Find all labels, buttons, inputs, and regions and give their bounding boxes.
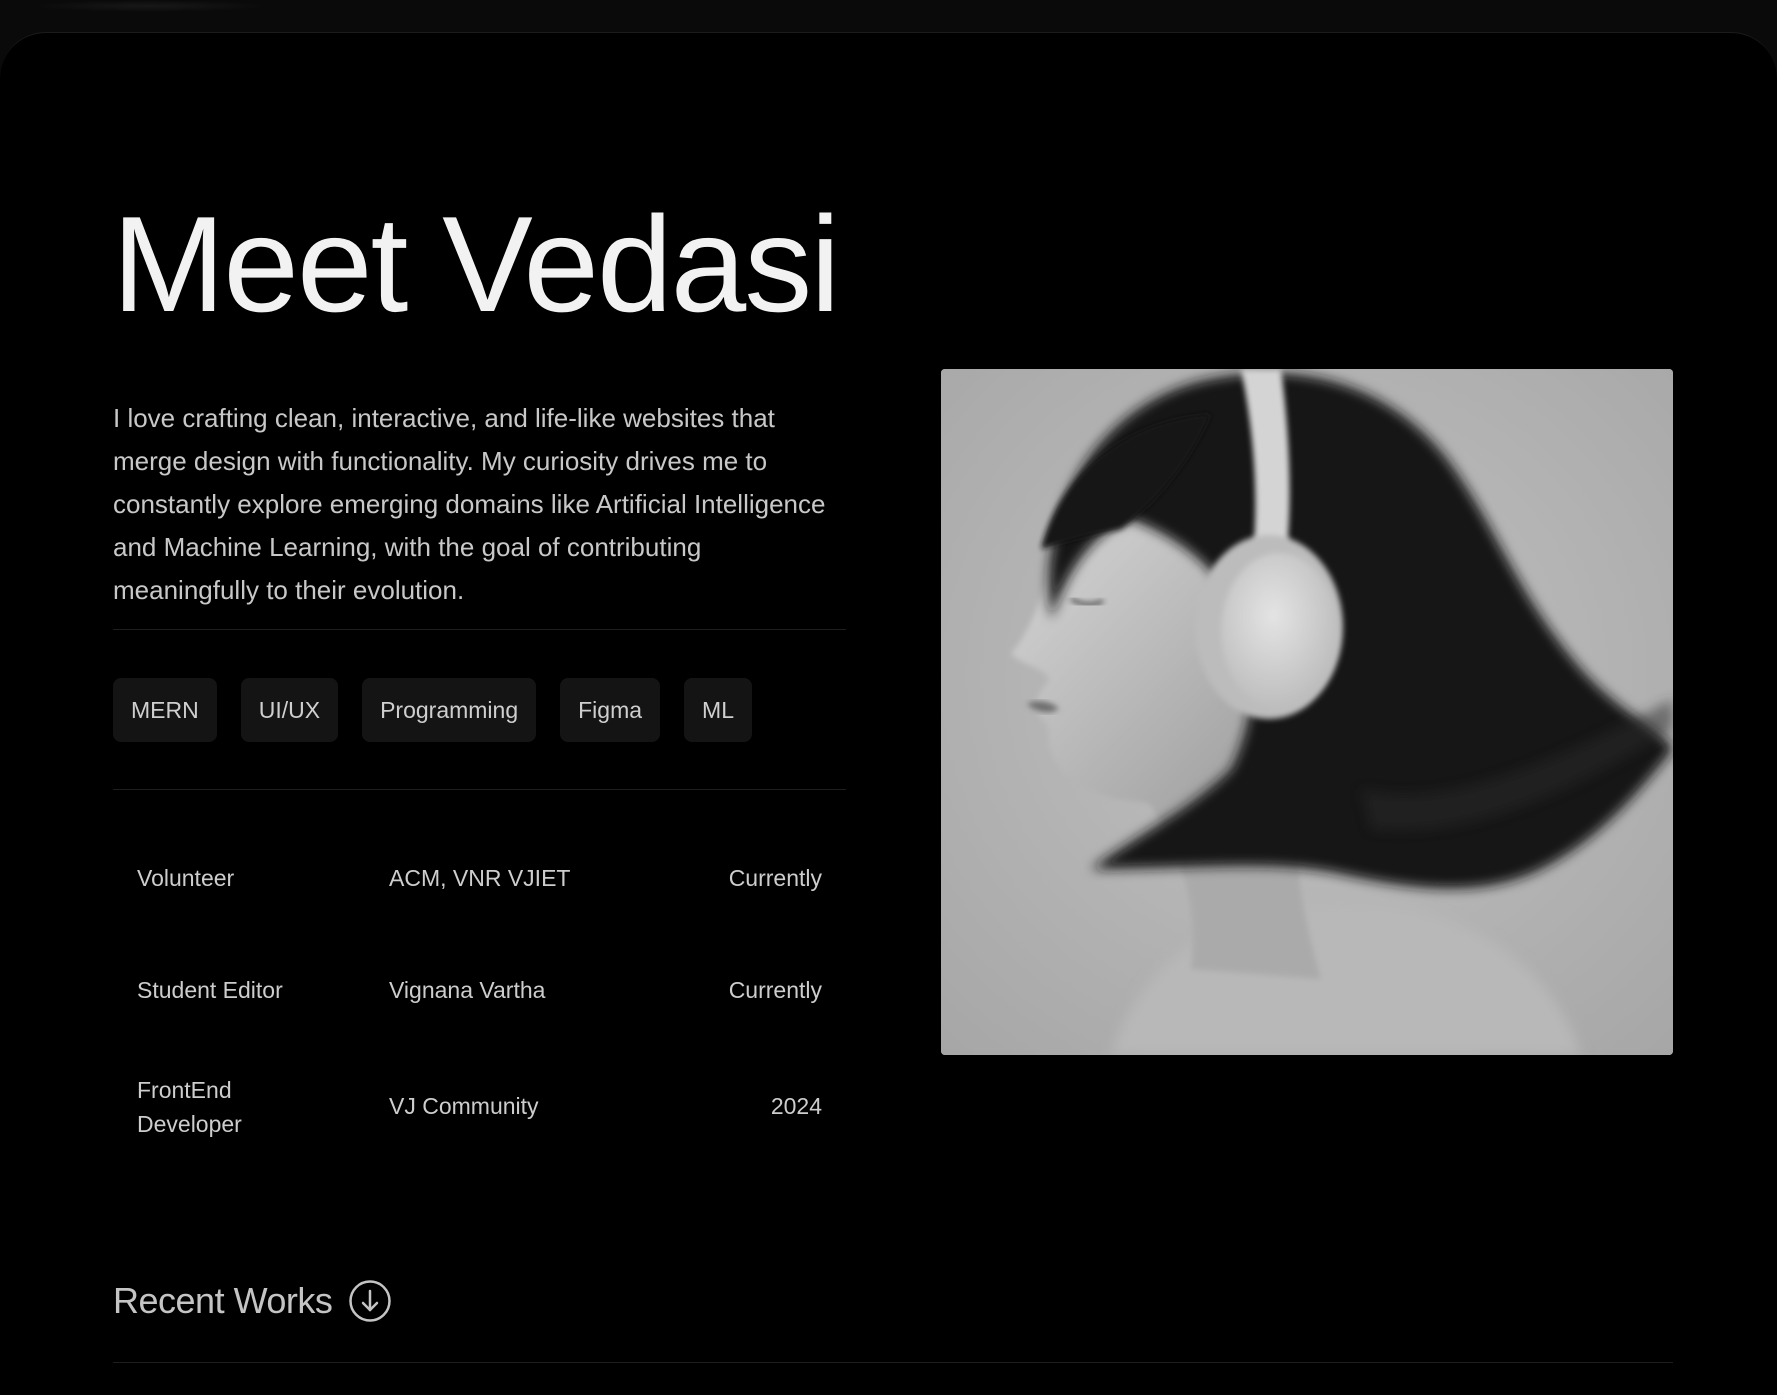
skill-chip-mern[interactable]: MERN [113, 678, 217, 742]
experience-org: VJ Community [389, 1093, 539, 1119]
experience-role: FrontEnd Developer [137, 1077, 242, 1137]
page: Meet Vedasi I love crafting clean, inter… [0, 0, 1777, 1395]
recent-works-label: Recent Works [113, 1280, 333, 1321]
divider [113, 789, 846, 790]
experience-org: Vignana Vartha [389, 977, 546, 1003]
top-bar-glow [30, 0, 270, 12]
experience-row: Volunteer ACM, VNR VJIET Currently [113, 823, 846, 935]
divider [113, 1362, 1673, 1363]
experience-role: Student Editor [137, 977, 283, 1003]
experience-period: 2024 [770, 1093, 822, 1119]
skill-chips: MERN UI/UX Programming Figma ML [113, 678, 752, 742]
recent-works-link[interactable]: Recent Works [113, 1279, 392, 1323]
skill-chip-figma[interactable]: Figma [560, 678, 661, 742]
page-title: Meet Vedasi [112, 188, 840, 340]
arrow-down-circle-icon[interactable] [348, 1279, 392, 1323]
experience-role: Volunteer [137, 865, 235, 891]
experience-list: Volunteer ACM, VNR VJIET Currently Stude… [113, 823, 846, 1177]
skill-chip-ml[interactable]: ML [684, 678, 752, 742]
bio-paragraph: I love crafting clean, interactive, and … [113, 403, 826, 605]
experience-org: ACM, VNR VJIET [389, 865, 571, 891]
experience-row: Student Editor Vignana Vartha Currently [113, 935, 846, 1047]
skill-chip-uiux[interactable]: UI/UX [240, 678, 339, 742]
skill-chip-programming[interactable]: Programming [362, 678, 537, 742]
portrait-image [941, 369, 1673, 1055]
experience-row: FrontEnd Developer VJ Community 2024 [113, 1047, 846, 1177]
divider [113, 629, 846, 630]
about-card: Meet Vedasi I love crafting clean, inter… [0, 32, 1777, 1395]
experience-period: Currently [728, 865, 822, 891]
experience-period: Currently [728, 977, 822, 1003]
